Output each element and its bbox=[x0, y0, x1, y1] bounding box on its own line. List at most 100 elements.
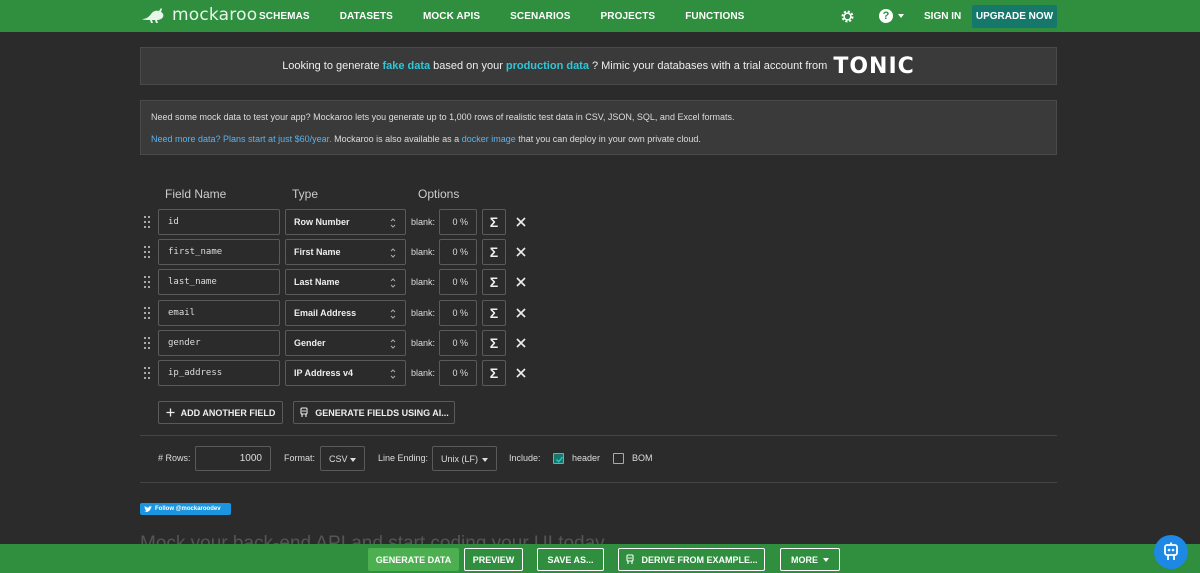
chat-assistant-button[interactable] bbox=[1154, 535, 1188, 569]
field-type-select[interactable]: Gender bbox=[285, 330, 406, 356]
chevron-down-icon bbox=[898, 14, 904, 18]
chevron-down-icon bbox=[823, 557, 829, 562]
include-label: Include: bbox=[509, 453, 541, 463]
derive-from-example-button[interactable]: DERIVE FROM EXAMPLE... bbox=[618, 548, 765, 571]
blank-label: blank: bbox=[411, 217, 436, 227]
sigma-formula-button[interactable]: Σ bbox=[482, 360, 506, 386]
brand-logo[interactable]: mockaroo bbox=[140, 5, 257, 25]
field-type-select[interactable]: Row Number bbox=[285, 209, 406, 235]
blank-percent-input[interactable]: 0 % bbox=[439, 209, 477, 235]
help-icon: ? bbox=[879, 9, 893, 23]
twitter-icon bbox=[144, 505, 152, 512]
field-type-select[interactable]: Email Address bbox=[285, 300, 406, 326]
tonic-logo[interactable]: TONIC bbox=[833, 54, 914, 79]
close-icon[interactable] bbox=[514, 215, 528, 229]
rows-label: # Rows: bbox=[158, 453, 191, 463]
updown-icon bbox=[390, 218, 396, 228]
divider bbox=[140, 482, 1057, 483]
docker-image-link[interactable]: docker image bbox=[462, 134, 516, 144]
sigma-formula-button[interactable]: Σ bbox=[482, 300, 506, 326]
production-data-link[interactable]: production data bbox=[506, 60, 589, 72]
close-icon[interactable] bbox=[514, 336, 528, 350]
info-line-1: Need some mock data to test your app? Mo… bbox=[151, 112, 735, 122]
header-checkbox[interactable] bbox=[553, 453, 564, 464]
field-name-input[interactable]: last_name bbox=[158, 269, 280, 295]
field-type-label: Email Address bbox=[294, 308, 357, 318]
nav-mock-apis[interactable]: MOCK APIS bbox=[423, 11, 480, 22]
field-type-select[interactable]: Last Name bbox=[285, 269, 406, 295]
gear-icon[interactable] bbox=[840, 9, 855, 24]
blank-label: blank: bbox=[411, 368, 436, 378]
format-label: Format: bbox=[284, 453, 316, 463]
fake-data-link[interactable]: fake data bbox=[382, 60, 430, 72]
add-field-button[interactable]: ADD ANOTHER FIELD bbox=[158, 401, 283, 424]
field-type-select[interactable]: First Name bbox=[285, 239, 406, 265]
sigma-formula-button[interactable]: Σ bbox=[482, 330, 506, 356]
nav-scenarios[interactable]: SCENARIOS bbox=[510, 11, 570, 22]
drag-handle-icon[interactable] bbox=[144, 367, 151, 379]
blank-percent-input[interactable]: 0 % bbox=[439, 330, 477, 356]
info-line-2-mid: Mockaroo is also available as a bbox=[331, 134, 462, 144]
banner-text-mid: based on your bbox=[433, 60, 503, 72]
field-name-input[interactable]: ip_address bbox=[158, 360, 280, 386]
drag-handle-icon[interactable] bbox=[144, 216, 151, 228]
field-row: gender Gender blank: 0 % Σ bbox=[140, 330, 540, 356]
drag-handle-icon[interactable] bbox=[144, 246, 151, 258]
blank-percent-input[interactable]: 0 % bbox=[439, 300, 477, 326]
robot-icon bbox=[626, 554, 635, 564]
field-name-input[interactable]: id bbox=[158, 209, 280, 235]
blank-percent-input[interactable]: 0 % bbox=[439, 239, 477, 265]
twitter-follow-label: Follow @mockaroodev bbox=[155, 506, 221, 512]
field-type-label: Last Name bbox=[294, 277, 340, 287]
field-name-input[interactable]: gender bbox=[158, 330, 280, 356]
generate-ai-fields-label: GENERATE FIELDS USING AI... bbox=[315, 407, 449, 418]
bom-checkbox[interactable] bbox=[613, 453, 624, 464]
drag-handle-icon[interactable] bbox=[144, 276, 151, 288]
line-ending-select[interactable]: Unix (LF) bbox=[432, 446, 497, 471]
close-icon[interactable] bbox=[514, 366, 528, 380]
sign-in-link[interactable]: SIGN IN bbox=[924, 11, 961, 22]
field-type-select[interactable]: IP Address v4 bbox=[285, 360, 406, 386]
close-icon[interactable] bbox=[514, 306, 528, 320]
add-field-label: ADD ANOTHER FIELD bbox=[180, 407, 276, 418]
upgrade-button[interactable]: UPGRADE NOW bbox=[972, 5, 1057, 28]
divider bbox=[140, 435, 1057, 436]
sigma-formula-button[interactable]: Σ bbox=[482, 209, 506, 235]
blank-label: blank: bbox=[411, 247, 436, 257]
close-icon[interactable] bbox=[514, 245, 528, 259]
nav-functions[interactable]: FUNCTIONS bbox=[685, 11, 744, 22]
generate-ai-fields-button[interactable]: GENERATE FIELDS USING AI... bbox=[293, 401, 455, 424]
format-select[interactable]: CSV bbox=[320, 446, 365, 471]
plans-link[interactable]: Need more data? Plans start at just $60/… bbox=[151, 134, 332, 144]
more-menu-button[interactable]: MORE bbox=[780, 548, 840, 571]
main-nav: SCHEMAS DATASETS MOCK APIS SCENARIOS PRO… bbox=[259, 0, 774, 32]
robot-icon bbox=[300, 407, 308, 417]
blank-percent-input[interactable]: 0 % bbox=[439, 269, 477, 295]
save-as-button[interactable]: SAVE AS... bbox=[537, 548, 604, 571]
twitter-follow-button[interactable]: Follow @mockaroodev bbox=[140, 503, 231, 515]
derive-label: DERIVE FROM EXAMPLE... bbox=[641, 554, 758, 565]
preview-button[interactable]: PREVIEW bbox=[464, 548, 523, 571]
updown-icon bbox=[390, 248, 396, 258]
drag-handle-icon[interactable] bbox=[144, 307, 151, 319]
field-name-input[interactable]: email bbox=[158, 300, 280, 326]
nav-datasets[interactable]: DATASETS bbox=[340, 11, 393, 22]
rows-input[interactable]: 1000 bbox=[195, 446, 271, 471]
nav-projects[interactable]: PROJECTS bbox=[601, 11, 656, 22]
top-navbar: mockaroo SCHEMAS DATASETS MOCK APIS SCEN… bbox=[0, 0, 1200, 32]
nav-schemas[interactable]: SCHEMAS bbox=[259, 11, 310, 22]
line-ending-label: Line Ending: bbox=[378, 453, 429, 463]
robot-icon bbox=[1164, 542, 1178, 560]
sigma-formula-button[interactable]: Σ bbox=[482, 269, 506, 295]
drag-handle-icon[interactable] bbox=[144, 337, 151, 349]
sigma-formula-button[interactable]: Σ bbox=[482, 239, 506, 265]
generate-data-button[interactable]: GENERATE DATA bbox=[368, 548, 459, 571]
field-name-input[interactable]: first_name bbox=[158, 239, 280, 265]
blank-label: blank: bbox=[411, 277, 436, 287]
field-row: last_name Last Name blank: 0 % Σ bbox=[140, 269, 540, 295]
close-icon[interactable] bbox=[514, 275, 528, 289]
header-options: Options bbox=[418, 187, 460, 201]
updown-icon bbox=[390, 309, 396, 319]
help-menu[interactable]: ? bbox=[879, 9, 904, 23]
blank-percent-input[interactable]: 0 % bbox=[439, 360, 477, 386]
